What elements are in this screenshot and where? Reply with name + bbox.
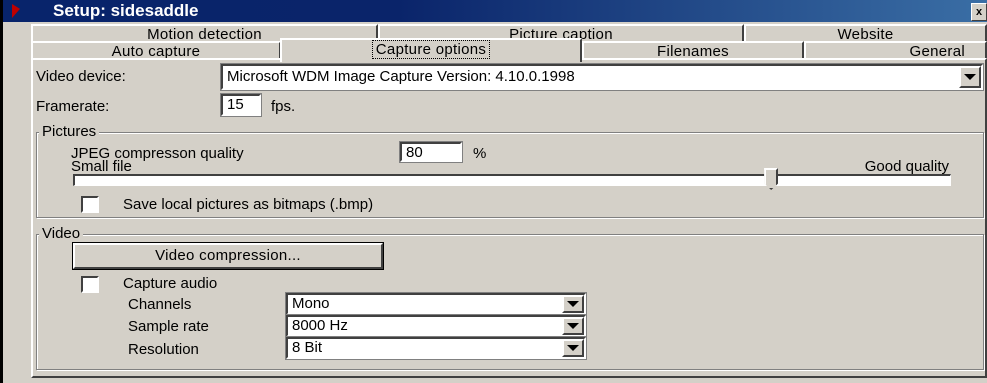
- channels-select[interactable]: Mono: [285, 292, 587, 316]
- chevron-down-icon: [567, 301, 579, 307]
- tab-general[interactable]: General: [804, 41, 987, 60]
- chevron-down-icon: [964, 74, 976, 80]
- jpeg-quality-slider-track[interactable]: [73, 174, 951, 186]
- chevron-down-icon: [567, 323, 579, 329]
- close-button[interactable]: x: [971, 3, 987, 21]
- framerate-label: Framerate:: [36, 98, 110, 115]
- channels-label: Channels: [128, 296, 192, 313]
- tab-auto-capture[interactable]: Auto capture: [31, 41, 281, 60]
- capture-audio-label: Capture audio: [123, 275, 218, 292]
- tab-capture-options-label: Capture options: [371, 40, 491, 59]
- jpeg-quality-value: 80: [406, 144, 423, 161]
- jpeg-quality-unit: %: [473, 145, 487, 162]
- tab-filenames[interactable]: Filenames: [582, 41, 804, 60]
- video-device-dropdown-button[interactable]: [959, 66, 981, 88]
- framerate-input[interactable]: 15: [220, 93, 262, 117]
- chevron-down-icon: [567, 345, 579, 351]
- tab-capture-options[interactable]: Capture options: [280, 38, 582, 62]
- save-bmp-label: Save local pictures as bitmaps (.bmp): [123, 196, 374, 213]
- video-device-value: Microsoft WDM Image Capture Version: 4.1…: [227, 68, 575, 85]
- channels-value: Mono: [292, 295, 330, 312]
- resolution-value: 8 Bit: [292, 339, 323, 356]
- video-device-select[interactable]: Microsoft WDM Image Capture Version: 4.1…: [220, 63, 984, 91]
- slider-min-label: Small file: [71, 158, 132, 175]
- sample-rate-dropdown-button[interactable]: [562, 317, 584, 335]
- video-group-label: Video: [39, 225, 84, 242]
- video-compression-button[interactable]: Video compression...: [72, 242, 384, 270]
- framerate-unit: fps.: [271, 98, 296, 115]
- jpeg-quality-input[interactable]: 80: [399, 141, 463, 163]
- resolution-label: Resolution: [128, 341, 199, 358]
- setup-window: Setup: sidesaddle x Motion detection Pic…: [0, 0, 987, 383]
- window-title: Setup: sidesaddle: [53, 1, 199, 20]
- sample-rate-value: 8000 Hz: [292, 317, 348, 334]
- tab-website[interactable]: Website: [744, 24, 987, 43]
- framerate-value: 15: [227, 96, 244, 113]
- title-bar[interactable]: Setup: sidesaddle x: [3, 0, 987, 22]
- capture-audio-checkbox[interactable]: [81, 276, 99, 293]
- sample-rate-select[interactable]: 8000 Hz: [285, 314, 587, 338]
- video-device-label: Video device:: [36, 68, 126, 85]
- resolution-select[interactable]: 8 Bit: [285, 336, 587, 360]
- app-icon: [12, 4, 20, 18]
- sample-rate-label: Sample rate: [128, 318, 209, 335]
- save-bmp-checkbox[interactable]: [81, 196, 99, 213]
- slider-max-label: Good quality: [864, 158, 949, 175]
- pictures-group-label: Pictures: [39, 123, 100, 140]
- channels-dropdown-button[interactable]: [562, 295, 584, 313]
- resolution-dropdown-button[interactable]: [562, 339, 584, 357]
